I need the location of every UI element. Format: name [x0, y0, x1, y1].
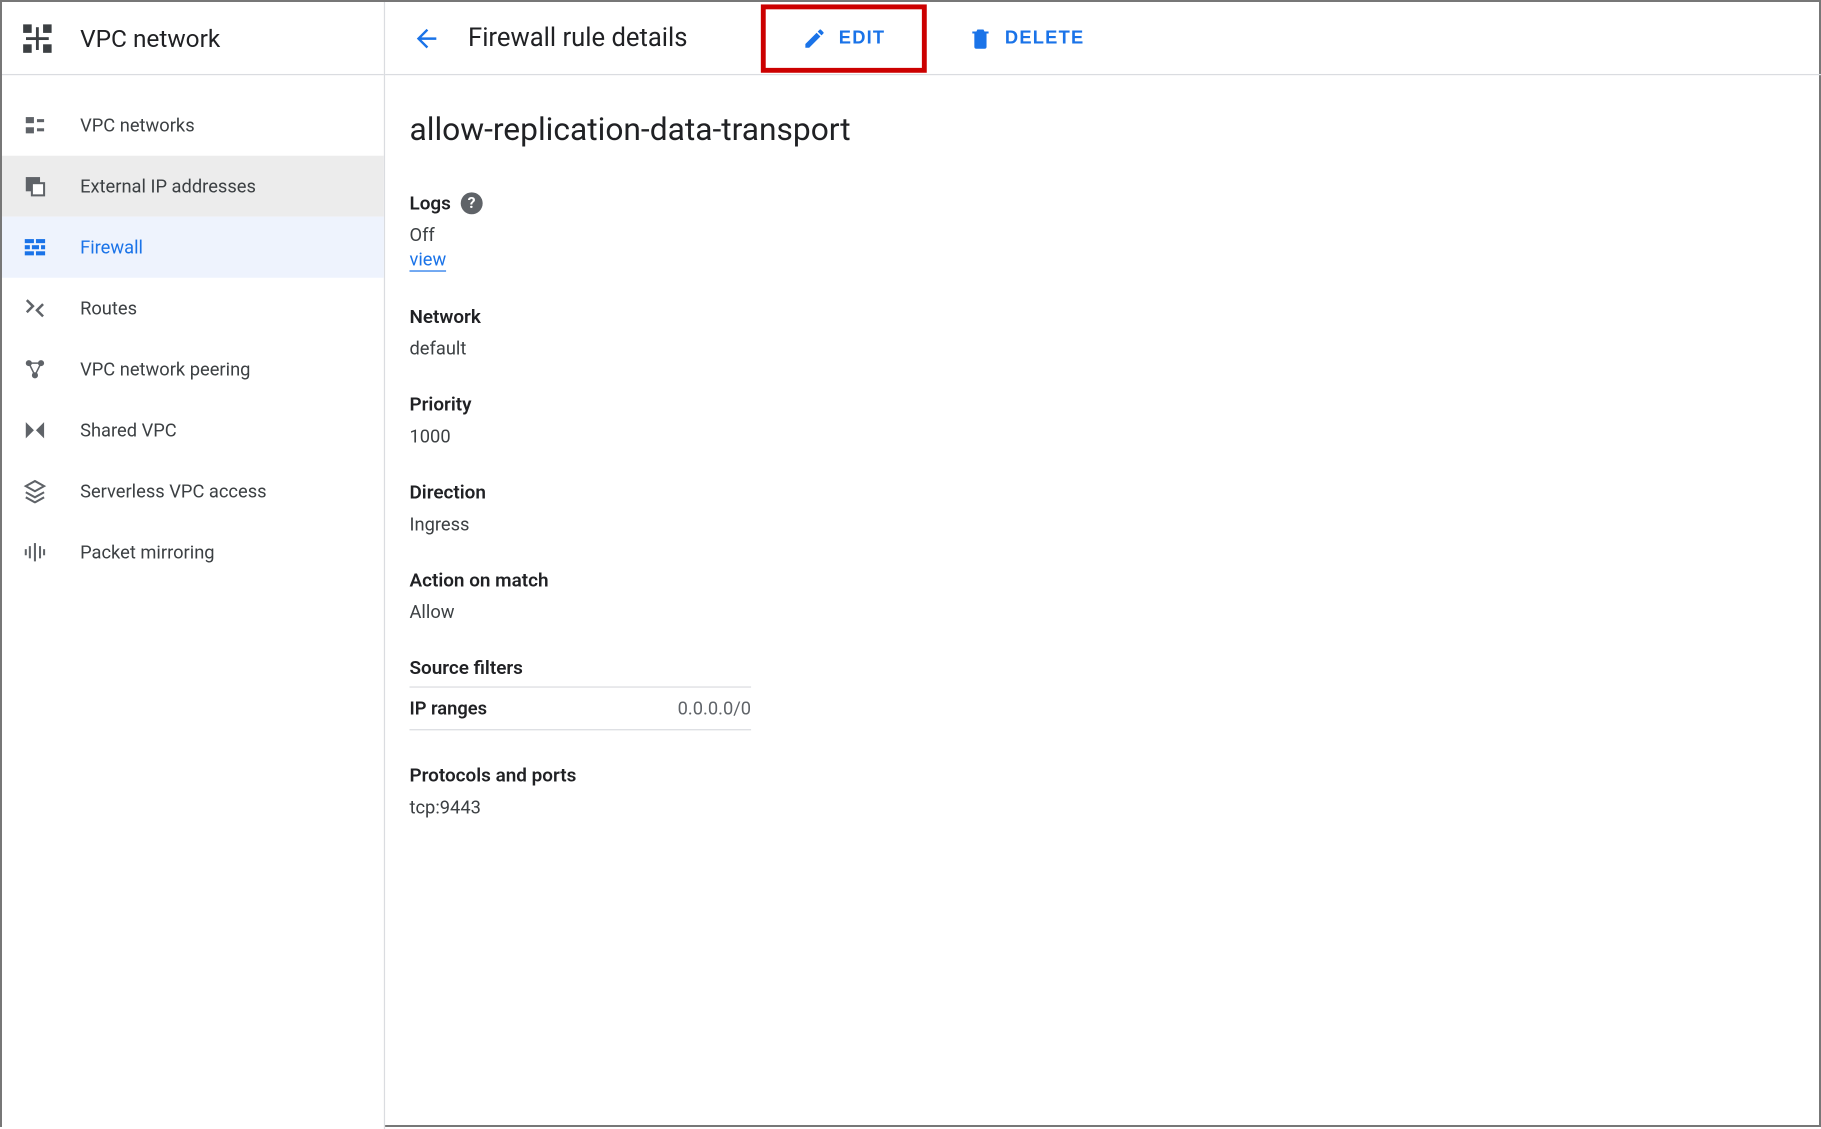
ip-ranges-row: IP ranges 0.0.0.0/0 — [409, 686, 751, 730]
sidebar-item-label: Firewall — [80, 236, 143, 258]
packet-mirroring-icon — [22, 539, 49, 566]
trash-icon — [968, 26, 992, 50]
delete-button-label: DELETE — [1005, 28, 1085, 49]
sidebar: VPC network VPC networks External IP add… — [2, 2, 385, 1129]
sidebar-item-peering[interactable]: VPC network peering — [2, 339, 384, 400]
shared-vpc-icon — [22, 417, 49, 444]
source-filters-block: Source filters IP ranges 0.0.0.0/0 — [409, 657, 1799, 730]
source-filters-label: Source filters — [409, 657, 1799, 679]
action-block: Action on match Allow — [409, 569, 1799, 623]
sidebar-item-label: Packet mirroring — [80, 541, 215, 563]
direction-value: Ingress — [409, 513, 1799, 535]
action-value: Allow — [409, 601, 1799, 623]
sidebar-item-label: VPC network peering — [80, 358, 250, 380]
sidebar-item-label: Serverless VPC access — [80, 480, 267, 502]
action-label: Action on match — [409, 569, 1799, 591]
vpc-network-logo-icon — [19, 20, 56, 57]
help-icon[interactable]: ? — [461, 192, 483, 214]
serverless-icon — [22, 478, 49, 505]
protocols-label: Protocols and ports — [409, 765, 1799, 787]
page-title: Firewall rule details — [468, 23, 687, 52]
sidebar-item-firewall[interactable]: Firewall — [2, 217, 384, 278]
source-filters-table: IP ranges 0.0.0.0/0 — [409, 686, 751, 730]
sidebar-item-routes[interactable]: Routes — [2, 278, 384, 339]
logs-view-link[interactable]: view — [409, 248, 446, 271]
firewall-icon — [22, 234, 49, 261]
sidebar-item-packet-mirroring[interactable]: Packet mirroring — [2, 522, 384, 583]
network-value: default — [409, 338, 1799, 360]
logs-label-row: Logs ? — [409, 192, 1799, 214]
direction-block: Direction Ingress — [409, 481, 1799, 535]
sidebar-item-vpc-networks[interactable]: VPC networks — [2, 95, 384, 156]
priority-label: Priority — [409, 394, 1799, 416]
sidebar-item-label: VPC networks — [80, 114, 195, 136]
topbar: Firewall rule details EDIT DELETE — [385, 2, 1821, 75]
peering-icon — [22, 356, 49, 383]
logs-block: Logs ? Off view — [409, 192, 1799, 271]
sidebar-item-external-ip[interactable]: External IP addresses — [2, 156, 384, 217]
ip-ranges-value: 0.0.0.0/0 — [678, 697, 751, 719]
pencil-icon — [802, 26, 826, 50]
logs-value: Off — [409, 224, 1799, 246]
content: allow-replication-data-transport Logs ? … — [385, 75, 1821, 1129]
back-button[interactable] — [405, 16, 449, 60]
sidebar-item-shared-vpc[interactable]: Shared VPC — [2, 400, 384, 461]
direction-label: Direction — [409, 481, 1799, 503]
sidebar-item-serverless[interactable]: Serverless VPC access — [2, 461, 384, 522]
ip-ranges-label: IP ranges — [409, 697, 487, 719]
priority-block: Priority 1000 — [409, 394, 1799, 448]
edit-button-highlight: EDIT — [761, 4, 927, 72]
priority-value: 1000 — [409, 425, 1799, 447]
logs-label: Logs — [409, 192, 450, 214]
main: Firewall rule details EDIT DELETE allow-… — [385, 2, 1821, 1129]
sidebar-item-label: Shared VPC — [80, 419, 177, 441]
delete-button[interactable]: DELETE — [951, 16, 1101, 60]
sidebar-item-label: External IP addresses — [80, 175, 256, 197]
edit-button[interactable]: EDIT — [785, 16, 902, 60]
protocols-value: tcp:9443 — [409, 796, 1799, 818]
rule-name: allow-replication-data-transport — [409, 112, 1799, 149]
vpc-networks-icon — [22, 112, 49, 139]
edit-button-label: EDIT — [839, 28, 886, 49]
network-label: Network — [409, 306, 1799, 328]
network-block: Network default — [409, 306, 1799, 360]
sidebar-header: VPC network — [2, 2, 384, 75]
external-ip-icon — [22, 173, 49, 200]
sidebar-nav: VPC networks External IP addresses Firew… — [2, 75, 384, 583]
protocols-block: Protocols and ports tcp:9443 — [409, 765, 1799, 819]
sidebar-title: VPC network — [80, 23, 220, 52]
sidebar-item-label: Routes — [80, 297, 137, 319]
routes-icon — [22, 295, 49, 322]
arrow-left-icon — [412, 23, 441, 52]
